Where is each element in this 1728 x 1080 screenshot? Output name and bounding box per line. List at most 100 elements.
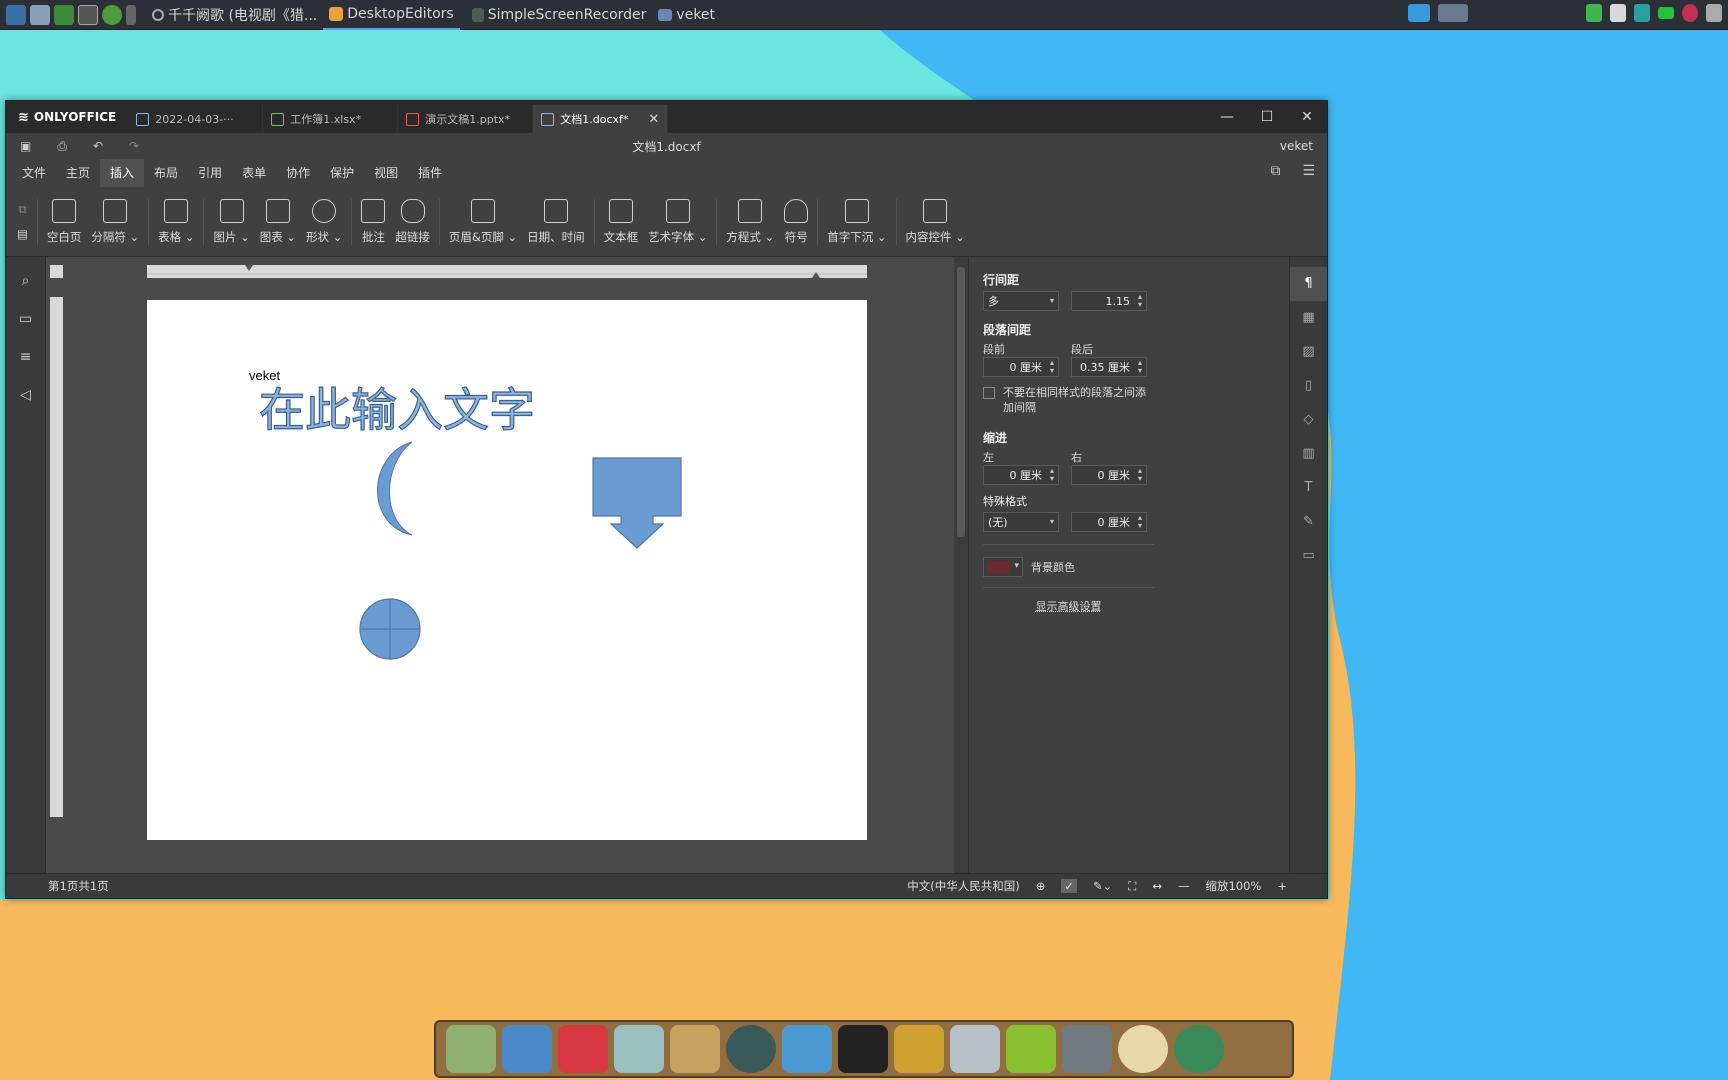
paint-icon[interactable]	[670, 1025, 720, 1073]
tab-2022-04-03[interactable]: 2022-04-03-···	[128, 105, 264, 133]
scrollbar-thumb[interactable]	[957, 267, 965, 537]
tab-document[interactable]: 文档1.docxf* ✕	[533, 105, 669, 133]
hamburger-menu-icon[interactable]: ☰	[1302, 163, 1315, 179]
menu-protection[interactable]: 保护	[320, 159, 364, 187]
spacing-after-input[interactable]: 0.35 厘米 ▴ ▾	[1071, 357, 1147, 377]
menu-collaboration[interactable]: 协作	[276, 159, 320, 187]
spinner-icon[interactable]: ▴ ▾	[1050, 467, 1054, 483]
arrow-callout-shape[interactable]	[591, 456, 685, 550]
menu-insert[interactable]: 插入	[100, 159, 145, 187]
print-icon[interactable]: ⎙	[57, 139, 67, 154]
image-settings-icon[interactable]: ▨	[1290, 335, 1327, 369]
comment-button[interactable]: 批注	[356, 192, 390, 252]
paste-icon[interactable]: ▤	[17, 227, 28, 241]
search-icon[interactable]: ⌕	[6, 273, 45, 295]
speaker-icon[interactable]: ◁	[6, 387, 45, 409]
tab-stop-selector[interactable]	[50, 265, 63, 278]
launcher-icons[interactable]	[0, 0, 146, 30]
navigation-icon[interactable]: ≡	[6, 349, 45, 371]
users-icon[interactable]	[782, 1025, 832, 1073]
zoom-level[interactable]: 缩放100%	[1205, 878, 1261, 894]
line-spacing-mode-select[interactable]: 多 ▾	[983, 291, 1059, 311]
task-veket[interactable]: veket	[652, 0, 721, 30]
textart-settings-icon[interactable]: T	[1290, 471, 1327, 505]
menu-references[interactable]: 引用	[188, 159, 232, 187]
circle-cross-shape[interactable]	[357, 596, 423, 662]
background-color-picker[interactable]: ▾	[983, 557, 1023, 577]
shape-settings-icon[interactable]: ◇	[1290, 403, 1327, 437]
break-button[interactable]: 分隔符 ⌄	[86, 192, 144, 252]
menu-home[interactable]: 主页	[56, 159, 100, 187]
network-tray-icon[interactable]	[1634, 4, 1650, 22]
redo-icon[interactable]: ↷	[129, 139, 139, 153]
content-control-button[interactable]: 内容控件 ⌄	[901, 192, 970, 252]
wordart-text[interactable]: 在此输入文字	[258, 374, 535, 440]
shield-icon[interactable]	[1586, 4, 1602, 22]
minimize-icon[interactable]: —	[1207, 101, 1247, 133]
right-indent-input[interactable]: 0 厘米 ▴ ▾	[1071, 465, 1147, 485]
image-button[interactable]: 图片 ⌄	[208, 192, 254, 252]
spellcheck-icon[interactable]: ✓	[1061, 879, 1077, 893]
spinner-icon[interactable]: ▴ ▾	[1138, 293, 1142, 309]
no-space-checkbox[interactable]	[983, 387, 995, 399]
table-settings-icon[interactable]: ▦	[1290, 301, 1327, 335]
fit-page-icon[interactable]: ⛶	[1128, 879, 1136, 894]
comments-icon[interactable]: ▭	[6, 311, 45, 333]
monitor-icon[interactable]	[502, 1025, 552, 1073]
shape-button[interactable]: 形状 ⌄	[301, 192, 347, 252]
header-settings-icon[interactable]: ▯	[1290, 369, 1327, 403]
hyperlink-button[interactable]: 超链接	[390, 192, 435, 252]
form-settings-icon[interactable]: ▭	[1290, 539, 1327, 573]
vertical-scrollbar[interactable]	[954, 257, 968, 873]
browser-icon[interactable]	[102, 4, 122, 25]
paragraph-icon[interactable]: ¶	[1290, 267, 1327, 301]
blank-page-button[interactable]: 空白页	[42, 192, 87, 252]
document-page[interactable]: veket 在此输入文字	[147, 300, 867, 840]
window-pager-icon[interactable]	[1438, 4, 1468, 22]
equation-button[interactable]: 方程式 ⌄	[721, 192, 779, 252]
spacing-before-input[interactable]: 0 厘米 ▴ ▾	[983, 357, 1059, 377]
network-icon[interactable]	[30, 4, 50, 25]
task-screenrecorder[interactable]: SimpleScreenRecorder	[466, 0, 653, 30]
book-icon[interactable]	[894, 1025, 944, 1073]
battery-icon[interactable]	[1658, 7, 1674, 19]
vertical-ruler[interactable]	[50, 297, 63, 817]
document-canvas[interactable]: veket 在此输入文字	[46, 257, 968, 873]
copy-icon[interactable]: ⧉	[18, 202, 26, 217]
drop-cap-button[interactable]: 首字下沉 ⌄	[822, 192, 891, 252]
record-tray-icon[interactable]	[1682, 4, 1698, 22]
settings-sun-icon[interactable]	[1118, 1025, 1168, 1073]
horizontal-ruler[interactable]	[147, 265, 867, 278]
maximize-icon[interactable]: ☐	[1247, 101, 1287, 133]
menu-plugins[interactable]: 插件	[408, 159, 452, 187]
line-spacing-value-input[interactable]: 1.15 ▴ ▾	[1071, 291, 1147, 311]
tab-presentation[interactable]: 演示文稿1.pptx*	[398, 105, 534, 133]
spinner-icon[interactable]: ▴ ▾	[1138, 359, 1142, 375]
table-button[interactable]: 表格 ⌄	[153, 192, 199, 252]
media-icon[interactable]	[726, 1025, 776, 1073]
chart-button[interactable]: 图表 ⌄	[255, 192, 301, 252]
spinner-icon[interactable]: ▴ ▾	[1138, 467, 1142, 483]
globe-app-icon[interactable]	[1174, 1025, 1224, 1073]
zoom-in-icon[interactable]: +	[1277, 879, 1287, 893]
menu-file[interactable]: 文件	[12, 159, 56, 187]
undo-icon[interactable]: ↶	[93, 139, 103, 153]
no-space-checkbox-row[interactable]: 不要在相同样式的段落之间添加间隔	[983, 385, 1154, 415]
desktop-pager-icon[interactable]	[1408, 4, 1430, 22]
special-format-select[interactable]: (无) ▾	[983, 512, 1059, 532]
text-art-button[interactable]: 艺术字体 ⌄	[643, 192, 712, 252]
presentation-app-icon[interactable]	[950, 1025, 1000, 1073]
signature-icon[interactable]: ✎	[1290, 505, 1327, 539]
advanced-settings-link[interactable]: 显示高级设置	[983, 598, 1154, 614]
tab-workbook[interactable]: 工作簿1.xlsx*	[263, 105, 399, 133]
open-location-icon[interactable]: ⧉	[1270, 163, 1280, 179]
drive-icon[interactable]	[1062, 1025, 1112, 1073]
close-tab-icon[interactable]: ✕	[648, 112, 659, 127]
help-icon[interactable]	[1006, 1025, 1056, 1073]
fit-width-icon[interactable]: ↔	[1152, 879, 1162, 893]
mascot-icon[interactable]	[558, 1025, 608, 1073]
zoom-out-icon[interactable]: —	[1178, 879, 1190, 893]
left-indent-input[interactable]: 0 厘米 ▴ ▾	[983, 465, 1059, 485]
special-amount-input[interactable]: 0 厘米 ▴ ▾	[1071, 512, 1147, 532]
track-changes-icon[interactable]: ✎⌄	[1093, 879, 1112, 893]
